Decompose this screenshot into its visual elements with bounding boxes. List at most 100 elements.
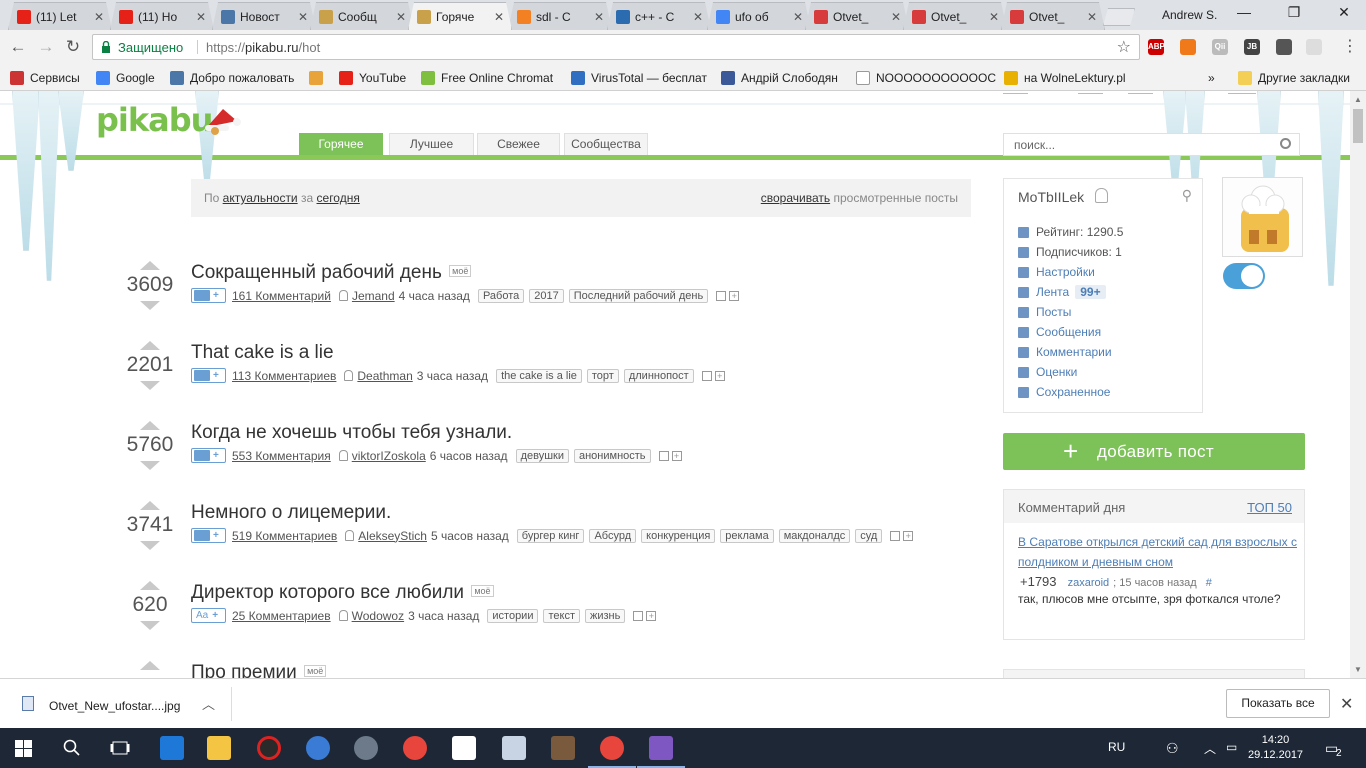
minimize-icon[interactable]: — (1229, 4, 1259, 24)
chevron-up-icon[interactable]: ︿ (202, 694, 215, 713)
save-post-icon[interactable] (890, 530, 901, 541)
jb-icon[interactable]: JB (1244, 39, 1260, 55)
tab-close-icon[interactable]: ✕ (195, 10, 207, 24)
post-tag[interactable]: бургер кинг (516, 528, 585, 543)
close-window-icon[interactable]: ✕ (1329, 4, 1359, 24)
browser-tab[interactable]: Горяче ✕ (408, 2, 512, 30)
mail-icon[interactable] (452, 736, 476, 760)
menu-saved[interactable]: Сохраненное (1018, 382, 1123, 402)
menu-posts[interactable]: Посты (1018, 302, 1123, 322)
bookmarks-overflow-icon[interactable]: » (1208, 69, 1215, 86)
bookmark-item[interactable]: VirusTotal — бесплат (571, 69, 707, 86)
upvote-icon[interactable] (140, 661, 160, 670)
tab-close-icon[interactable]: ✕ (297, 10, 309, 24)
upvote-icon[interactable] (140, 261, 160, 270)
hide-post-icon[interactable]: + (671, 450, 682, 461)
maximize-icon[interactable]: ❐ (1279, 4, 1309, 24)
post-tag[interactable]: суд (855, 528, 883, 543)
visual-studio-icon[interactable] (637, 736, 685, 768)
browser-tab[interactable]: Сообщ ✕ (310, 2, 414, 30)
post-title[interactable]: Про премии моё (191, 662, 327, 678)
post-title[interactable]: Директор которого все любили моё (191, 582, 494, 604)
network-icon[interactable]: ▭ (1226, 740, 1237, 754)
top-link-faint[interactable] (1128, 93, 1153, 103)
post-author[interactable]: Wodowoz (352, 609, 404, 623)
pin-icon[interactable]: ⚲ (1182, 187, 1192, 204)
tab-close-icon[interactable]: ✕ (593, 10, 605, 24)
comment-permalink[interactable]: # (1206, 577, 1212, 589)
avatar[interactable] (1222, 177, 1303, 257)
pikabu-logo[interactable]: pikabu (96, 101, 213, 139)
comments-link[interactable]: 25 Комментариев (232, 609, 331, 623)
tab-close-icon[interactable]: ✕ (792, 10, 804, 24)
browser-tab[interactable]: (11) Let ✕ (8, 2, 112, 30)
hide-post-icon[interactable]: + (729, 290, 740, 301)
upvote-icon[interactable] (140, 501, 160, 510)
file-explorer-icon[interactable] (207, 736, 231, 760)
post-title[interactable]: Немного о лицемерии. (191, 502, 391, 524)
forward-icon[interactable]: → (36, 37, 56, 57)
windows-start-icon[interactable] (15, 740, 32, 757)
bookmark-item[interactable]: на WolneLektury.pl (1004, 69, 1126, 86)
save-post-icon[interactable] (658, 450, 669, 461)
post-tag[interactable]: девушки (515, 448, 569, 463)
post-tag[interactable]: конкуренция (641, 528, 716, 543)
comments-link[interactable]: 553 Комментария (232, 449, 331, 463)
app-window-icon[interactable] (502, 736, 526, 760)
edge-icon[interactable] (160, 736, 184, 760)
tab-close-icon[interactable]: ✕ (890, 10, 902, 24)
top-link-faint[interactable] (1078, 93, 1103, 103)
chrome-menu-icon[interactable]: ⋮ (1340, 37, 1360, 57)
post-author[interactable]: AlekseyStich (358, 529, 427, 543)
downvote-icon[interactable] (140, 621, 160, 630)
app-globe-icon[interactable] (354, 736, 378, 760)
downvote-icon[interactable] (140, 541, 160, 550)
save-post-icon[interactable] (633, 610, 644, 621)
period-select[interactable]: сегодня (317, 191, 360, 205)
nav-tab[interactable]: Горячее (299, 133, 383, 155)
bookmark-item[interactable]: YouTube (339, 69, 406, 86)
bookmark-item[interactable]: NOOOOOOOOOOOC (856, 69, 996, 86)
post-tag[interactable]: 2017 (529, 288, 564, 303)
search-input[interactable]: поиск... (1003, 133, 1300, 156)
post-title[interactable]: Сокращенный рабочий день моё (191, 262, 472, 284)
comments-link[interactable]: 519 Комментариев (232, 529, 337, 543)
post-tag[interactable]: анонимность (573, 448, 651, 463)
save-post-icon[interactable] (716, 290, 727, 301)
post-text-icon[interactable]: + (191, 528, 226, 543)
close-downloads-icon[interactable]: ✕ (1340, 694, 1353, 714)
menu-feed[interactable]: Лента 99+ (1018, 282, 1123, 302)
bookmark-item[interactable]: Добро пожаловать (170, 69, 294, 86)
tab-close-icon[interactable]: ✕ (988, 10, 1000, 24)
save-post-icon[interactable] (701, 370, 712, 381)
night-mode-toggle[interactable] (1223, 263, 1265, 289)
tab-close-icon[interactable]: ✕ (93, 10, 105, 24)
scroll-down-icon[interactable]: ▼ (1354, 665, 1362, 674)
upvote-icon[interactable] (140, 341, 160, 350)
collapse-viewed-toggle[interactable]: сворачивать (761, 191, 830, 205)
post-author[interactable]: viktorIZoskola (352, 449, 426, 463)
new-tab-button[interactable] (1103, 8, 1135, 26)
chrome-active-icon[interactable] (588, 736, 636, 768)
post-font-icon[interactable]: Aa + (191, 608, 226, 623)
browser-tab[interactable]: (11) Ho ✕ (110, 2, 214, 30)
post-tag[interactable]: торт (586, 368, 619, 383)
upvote-icon[interactable] (140, 421, 160, 430)
comment-author[interactable]: zaxaroid (1068, 577, 1110, 589)
comment-post-link[interactable]: В Саратове открылся детский сад для взро… (1018, 532, 1300, 572)
adblock-icon[interactable]: ABP (1148, 39, 1165, 55)
tab-close-icon[interactable]: ✕ (395, 10, 407, 24)
nav-tab[interactable]: Свежее (477, 133, 560, 155)
tab-close-icon[interactable]: ✕ (692, 10, 704, 24)
menu-messages[interactable]: Сообщения (1018, 322, 1123, 342)
search-icon[interactable] (63, 739, 81, 757)
comments-link[interactable]: 161 Комментарий (232, 289, 331, 303)
browser-tab[interactable]: Otvet_ ✕ (1001, 2, 1105, 30)
user-name[interactable]: MoTbIILek (1018, 189, 1084, 205)
bell-icon[interactable] (1095, 188, 1108, 203)
post-tag[interactable]: the cake is a lie (496, 368, 582, 383)
downvote-icon[interactable] (140, 381, 160, 390)
tray-chevron-icon[interactable]: ︿ (1204, 740, 1216, 757)
browser-tab[interactable]: Otvet_ ✕ (805, 2, 909, 30)
show-all-downloads-button[interactable]: Показать все (1226, 689, 1330, 718)
